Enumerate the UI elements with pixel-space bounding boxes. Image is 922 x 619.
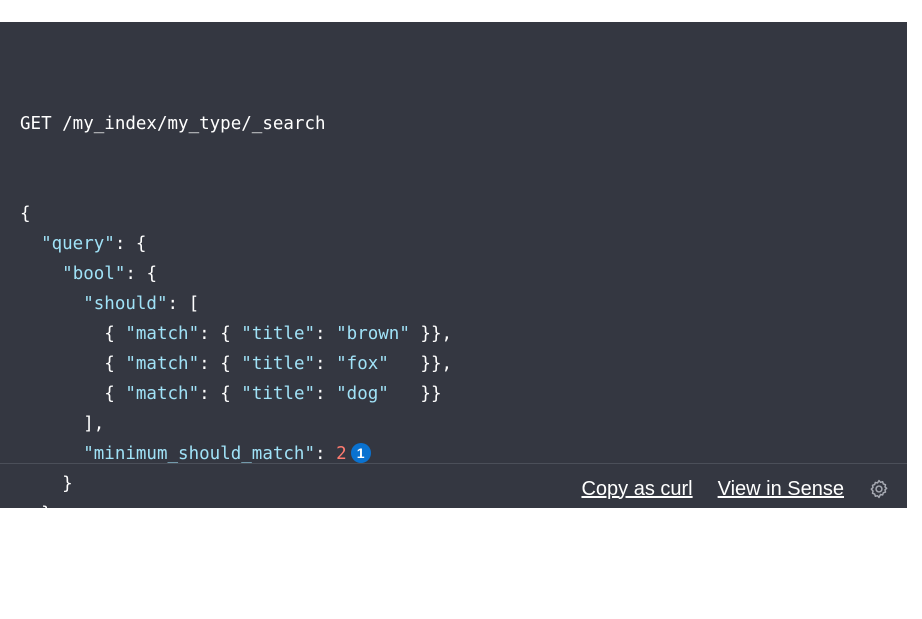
code-token: }}, <box>409 324 453 344</box>
json-key-token: "brown" <box>336 324 410 344</box>
code-line: { <box>20 199 452 229</box>
code-line: { "match": { "title": "dog" }} <box>20 379 452 409</box>
code-token: : { <box>125 264 157 284</box>
code-token: }} <box>388 384 442 404</box>
code-token: : { <box>199 324 242 344</box>
code-token: } <box>20 504 52 524</box>
json-key-token: "title" <box>241 324 316 344</box>
json-key-token: "minimum_should_match" <box>83 444 316 464</box>
code-line: ], <box>20 409 452 439</box>
code-block: GET /my_index/my_type/_search { "query":… <box>20 49 452 619</box>
gear-icon[interactable] <box>868 478 890 500</box>
code-token: { <box>20 384 126 404</box>
code-token: }}, <box>388 354 453 374</box>
json-key-token: "dog" <box>336 384 389 404</box>
callout-badge: 1 <box>350 443 371 463</box>
code-line: } <box>20 529 452 559</box>
code-line: { "match": { "title": "brown" }}, <box>20 319 452 349</box>
code-line: "query": { <box>20 229 452 259</box>
view-in-sense-link[interactable]: View in Sense <box>718 478 844 501</box>
json-key-token: "should" <box>83 294 168 314</box>
code-token: : [ <box>167 294 200 314</box>
code-line: { "match": { "title": "fox" }}, <box>20 349 452 379</box>
code-token: : <box>315 324 337 344</box>
code-line: } <box>20 499 452 529</box>
code-token: : { <box>114 234 147 254</box>
code-token: { <box>20 324 126 344</box>
json-key-token: "match" <box>125 384 200 404</box>
code-line: "should": [ <box>20 289 452 319</box>
code-token: : <box>315 444 337 464</box>
code-token: } <box>20 534 31 554</box>
footer-divider <box>0 463 907 464</box>
json-key-token: "title" <box>241 354 316 374</box>
code-token: { <box>20 354 126 374</box>
code-token: ], <box>20 414 105 434</box>
code-snippet-panel: GET /my_index/my_type/_search { "query":… <box>0 22 907 554</box>
json-key-token: "match" <box>125 354 200 374</box>
json-key-token: "query" <box>41 234 115 254</box>
code-token: : { <box>199 384 242 404</box>
json-key-token: "match" <box>125 324 200 344</box>
request-line: GET /my_index/my_type/_search <box>20 114 326 134</box>
code-line: "bool": { <box>20 259 452 289</box>
code-token: : <box>315 354 337 374</box>
code-line: } <box>20 469 452 499</box>
json-key-token: "bool" <box>62 264 126 284</box>
code-token: : { <box>199 354 242 374</box>
json-body: { "query": { "bool": { "should": [ { "ma… <box>20 199 452 559</box>
code-token: : <box>315 384 337 404</box>
code-token: } <box>20 474 73 494</box>
code-token: { <box>20 204 31 224</box>
json-number-token: 2 <box>336 444 347 464</box>
code-line: "minimum_should_match": 21 <box>20 439 452 469</box>
json-key-token: "title" <box>241 384 316 404</box>
json-key-token: "fox" <box>336 354 389 374</box>
snippet-footer: Copy as curl View in Sense <box>581 475 890 503</box>
copy-as-curl-link[interactable]: Copy as curl <box>581 478 692 501</box>
